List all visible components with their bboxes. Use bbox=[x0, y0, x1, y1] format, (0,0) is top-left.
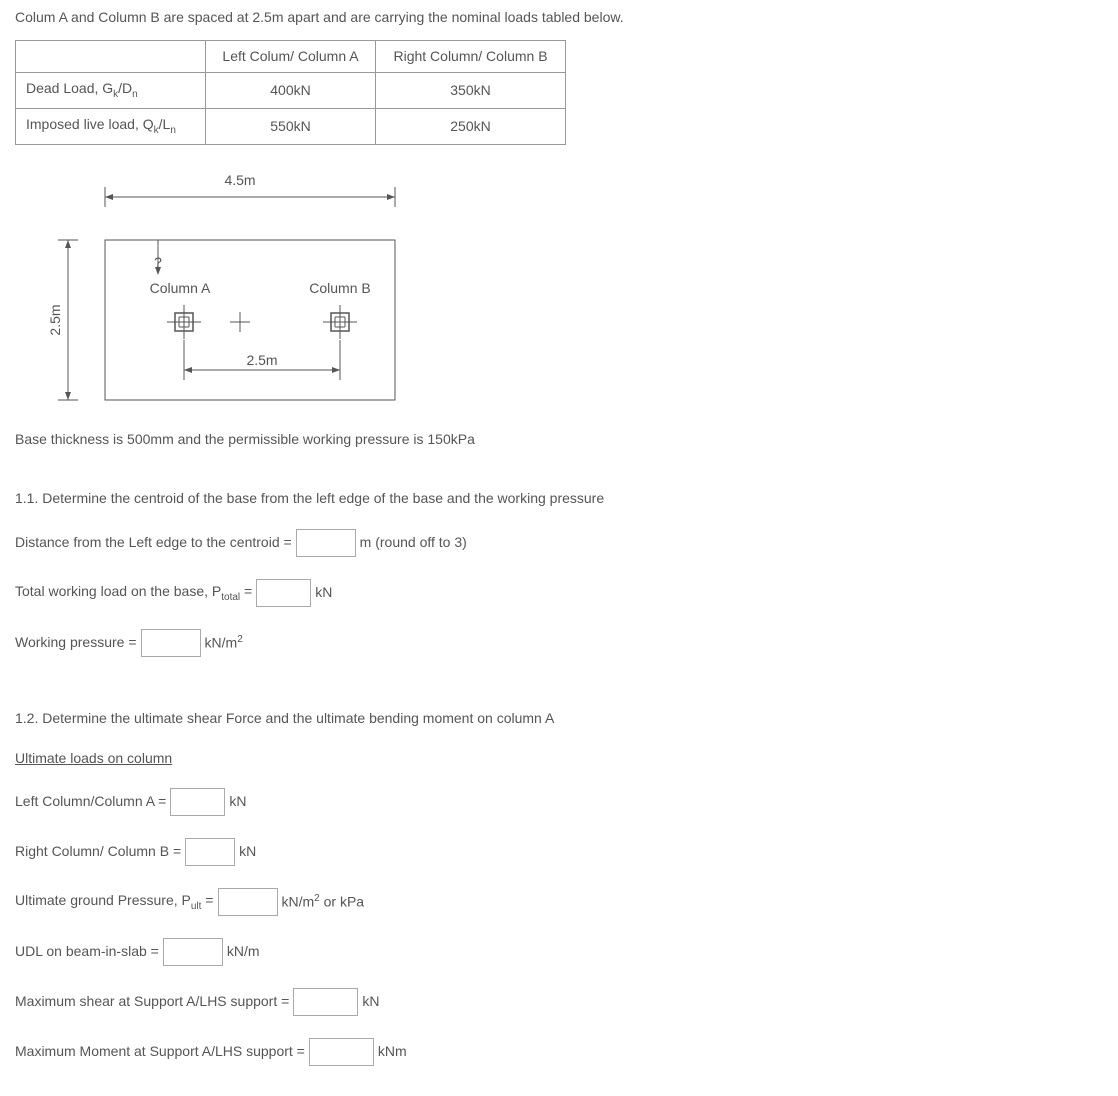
svg-text:2.5m: 2.5m bbox=[47, 304, 63, 335]
cell: 350kN bbox=[376, 73, 566, 109]
header-left: Left Colum/ Column A bbox=[206, 40, 376, 73]
table-row: Dead Load, Gk/Dn 400kN 350kN bbox=[16, 73, 566, 109]
label: Working pressure = bbox=[15, 633, 137, 653]
unit: m (round off to 3) bbox=[360, 533, 467, 553]
cell: 550kN bbox=[206, 108, 376, 144]
svg-text:Column A: Column A bbox=[150, 280, 211, 296]
row-label: Imposed live load, Qk/Ln bbox=[16, 108, 206, 144]
svg-text:2.5m: 2.5m bbox=[246, 352, 277, 368]
cell: 400kN bbox=[206, 73, 376, 109]
loads-table: Left Colum/ Column A Right Column/ Colum… bbox=[15, 40, 566, 145]
label: UDL on beam-in-slab = bbox=[15, 942, 159, 962]
right-column-load-input[interactable] bbox=[185, 838, 235, 866]
question-1-1-title: 1.1. Determine the centroid of the base … bbox=[15, 489, 1103, 509]
table-row: Imposed live load, Qk/Ln 550kN 250kN bbox=[16, 108, 566, 144]
unit: kN bbox=[239, 842, 256, 862]
svg-text:Column B: Column B bbox=[309, 280, 370, 296]
ultimate-loads-heading: Ultimate loads on column bbox=[15, 749, 1103, 769]
unit: kN/m2 or kPa bbox=[282, 892, 365, 912]
cell: 250kN bbox=[376, 108, 566, 144]
unit: kN bbox=[315, 583, 332, 603]
label: Maximum Moment at Support A/LHS support … bbox=[15, 1042, 305, 1062]
label: Distance from the Left edge to the centr… bbox=[15, 533, 292, 553]
total-load-input[interactable] bbox=[256, 579, 311, 607]
row-label: Dead Load, Gk/Dn bbox=[16, 73, 206, 109]
unit: kN/m2 bbox=[205, 633, 243, 653]
label: Total working load on the base, Ptotal = bbox=[15, 582, 252, 605]
unit: kNm bbox=[378, 1042, 407, 1062]
working-pressure-input[interactable] bbox=[141, 629, 201, 657]
unit: kN bbox=[362, 992, 379, 1012]
label: Ultimate ground Pressure, Pult = bbox=[15, 891, 214, 914]
label: Right Column/ Column B = bbox=[15, 842, 181, 862]
base-note: Base thickness is 500mm and the permissi… bbox=[15, 430, 1103, 450]
svg-text:?: ? bbox=[154, 254, 162, 270]
footing-diagram: 4.5m 2.5m ? Column A Column B bbox=[15, 165, 415, 415]
centroid-distance-input[interactable] bbox=[296, 529, 356, 557]
udl-input[interactable] bbox=[163, 938, 223, 966]
max-shear-input[interactable] bbox=[293, 988, 358, 1016]
max-moment-input[interactable] bbox=[309, 1038, 374, 1066]
question-1-2-title: 1.2. Determine the ultimate shear Force … bbox=[15, 709, 1103, 729]
unit: kN bbox=[229, 792, 246, 812]
left-column-load-input[interactable] bbox=[170, 788, 225, 816]
intro-text: Colum A and Column B are spaced at 2.5m … bbox=[15, 8, 1103, 28]
unit: kN/m bbox=[227, 942, 260, 962]
ultimate-pressure-input[interactable] bbox=[218, 888, 278, 916]
table-row: Left Colum/ Column A Right Column/ Colum… bbox=[16, 40, 566, 73]
label: Left Column/Column A = bbox=[15, 792, 166, 812]
header-right: Right Column/ Column B bbox=[376, 40, 566, 73]
svg-text:4.5m: 4.5m bbox=[224, 172, 255, 188]
label: Maximum shear at Support A/LHS support = bbox=[15, 992, 289, 1012]
